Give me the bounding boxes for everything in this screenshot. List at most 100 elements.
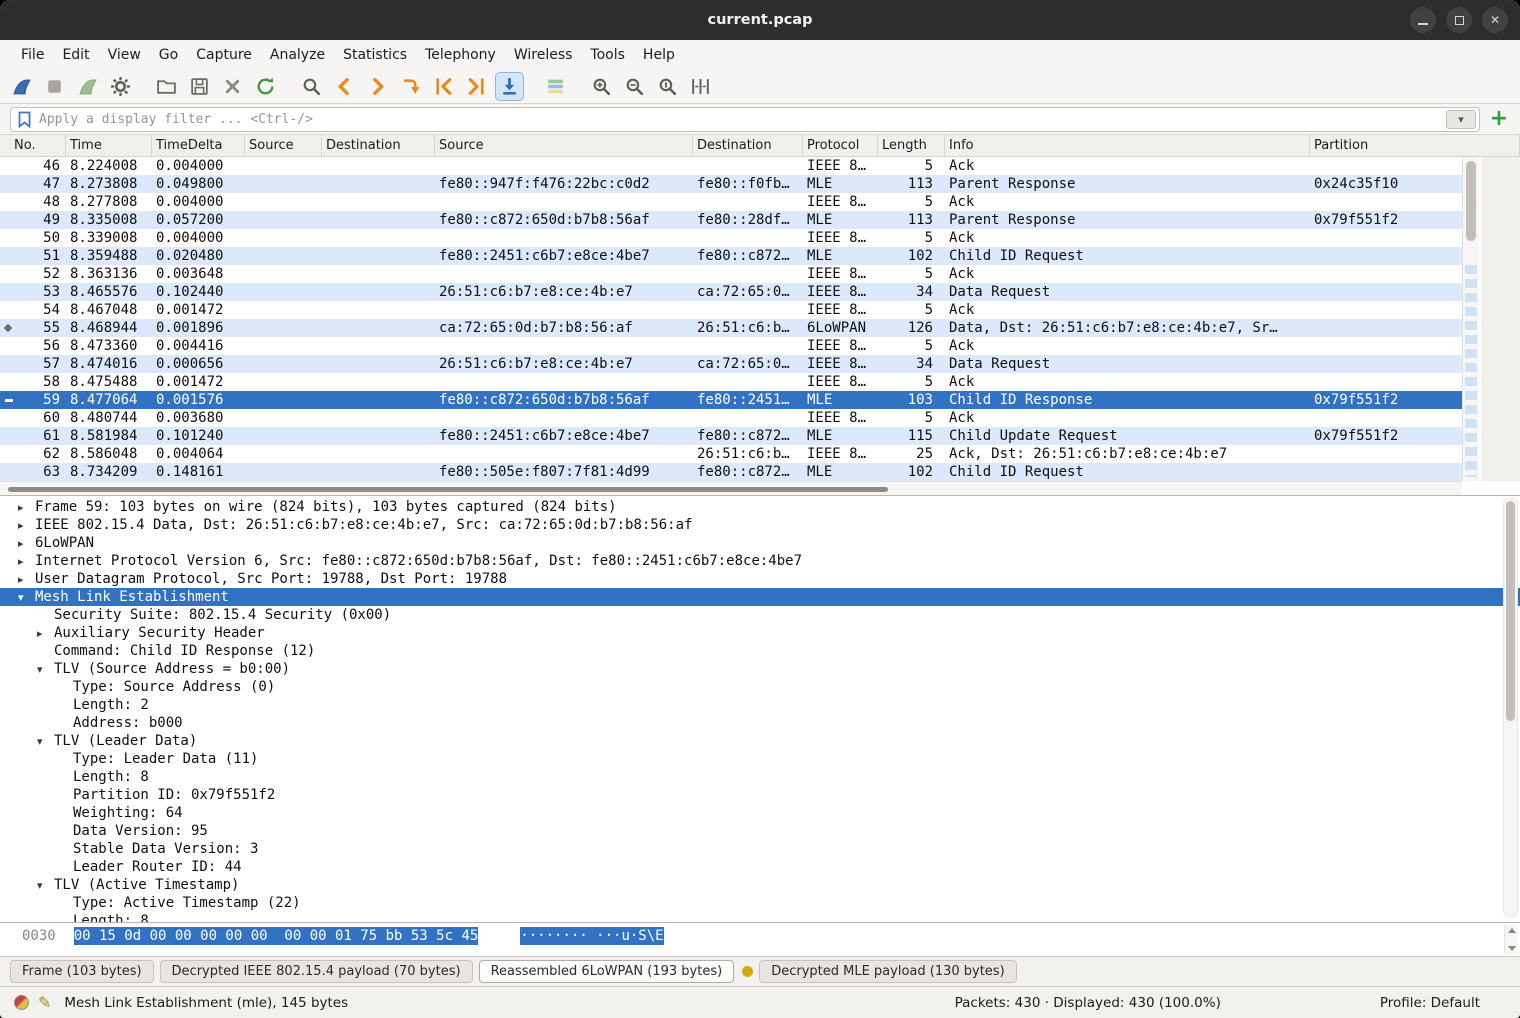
- detail-line[interactable]: Length: 2: [0, 696, 1520, 714]
- hex-bytes[interactable]: 00 15 0d 00 00 00 00 00 00 00 01 75 bb 5…: [74, 927, 479, 945]
- column-header-partition-10[interactable]: Partition: [1310, 135, 1520, 156]
- expanded-arrow-icon[interactable]: ▾: [35, 735, 54, 748]
- expanded-arrow-icon[interactable]: ▾: [35, 879, 54, 892]
- packet-row[interactable]: 608.4807440.003680IEEE 8…5Ack: [0, 409, 1462, 427]
- detail-line[interactable]: ▸IEEE 802.15.4 Data, Dst: 26:51:c6:b7:e8…: [0, 516, 1520, 534]
- packet-row[interactable]: 508.3390080.004000IEEE 8…5Ack: [0, 229, 1462, 247]
- detail-scrollbar[interactable]: [1503, 498, 1518, 917]
- filter-dropdown-button[interactable]: [1446, 110, 1476, 129]
- byte-view-tab[interactable]: Decrypted MLE payload (130 bytes): [759, 960, 1016, 983]
- packet-list-scrollbar-thumb[interactable]: [1466, 161, 1476, 241]
- close-button[interactable]: [1482, 7, 1508, 33]
- packet-row[interactable]: 558.4689440.001896ca:72:65:0d:b7:b8:56:a…: [0, 319, 1462, 337]
- colorize-icon[interactable]: [542, 73, 569, 100]
- column-header-no-0[interactable]: No.: [0, 135, 66, 156]
- menu-item-analyze[interactable]: Analyze: [261, 44, 334, 66]
- detail-line[interactable]: Command: Child ID Response (12): [0, 642, 1520, 660]
- expanded-arrow-icon[interactable]: ▾: [16, 591, 35, 604]
- menu-item-tools[interactable]: Tools: [581, 44, 634, 66]
- byte-view-tab[interactable]: Reassembled 6LoWPAN (193 bytes): [479, 960, 735, 983]
- column-header-time-1[interactable]: Time: [66, 135, 152, 156]
- packet-row[interactable]: 618.5819840.101240fe80::2451:c6b7:e8ce:4…: [0, 427, 1462, 445]
- menu-item-statistics[interactable]: Statistics: [334, 44, 416, 66]
- column-header-destination-6[interactable]: Destination: [693, 135, 803, 156]
- packet-row[interactable]: 568.4733600.004416IEEE 8…5Ack: [0, 337, 1462, 355]
- menu-item-capture[interactable]: Capture: [187, 44, 261, 66]
- packet-list-hscrollbar[interactable]: [0, 481, 1462, 495]
- detail-line[interactable]: ▾Mesh Link Establishment: [0, 588, 1520, 606]
- column-header-timedelta-2[interactable]: TimeDelta: [152, 135, 245, 156]
- menu-item-view[interactable]: View: [99, 44, 150, 66]
- packet-row[interactable]: 638.7342090.148161fe80::505e:f807:7f81:4…: [0, 463, 1462, 481]
- go-forward-icon[interactable]: [364, 73, 391, 100]
- collapsed-arrow-icon[interactable]: ▸: [16, 573, 35, 586]
- menu-item-help[interactable]: Help: [634, 44, 684, 66]
- menu-item-file[interactable]: File: [12, 44, 53, 66]
- zoom-out-icon[interactable]: [621, 73, 648, 100]
- display-filter-input[interactable]: [33, 112, 1446, 127]
- save-file-icon[interactable]: [186, 73, 213, 100]
- zoom-100-icon[interactable]: [654, 73, 681, 100]
- packet-row[interactable]: 578.4740160.00065626:51:c6:b7:e8:ce:4b:e…: [0, 355, 1462, 373]
- packet-row[interactable]: 598.4770640.001576fe80::c872:650d:b7b8:5…: [0, 391, 1462, 409]
- packet-row[interactable]: 488.2778080.004000IEEE 8…5Ack: [0, 193, 1462, 211]
- detail-line[interactable]: Type: Source Address (0): [0, 678, 1520, 696]
- byte-view-tab[interactable]: Decrypted IEEE 802.15.4 payload (70 byte…: [160, 960, 473, 983]
- restart-capture-icon[interactable]: [74, 73, 101, 100]
- detail-line[interactable]: Type: Leader Data (11): [0, 750, 1520, 768]
- detail-line[interactable]: ▸User Datagram Protocol, Src Port: 19788…: [0, 570, 1520, 588]
- packet-row[interactable]: 528.3631360.003648IEEE 8…5Ack: [0, 265, 1462, 283]
- detail-line[interactable]: ▸Internet Protocol Version 6, Src: fe80:…: [0, 552, 1520, 570]
- detail-line[interactable]: Type: Active Timestamp (22): [0, 894, 1520, 912]
- byte-view-tab[interactable]: Frame (103 bytes): [10, 960, 154, 983]
- open-file-icon[interactable]: [153, 73, 180, 100]
- detail-line[interactable]: ▸6LoWPAN: [0, 534, 1520, 552]
- start-capture-icon[interactable]: [8, 73, 35, 100]
- column-header-length-8[interactable]: Length: [878, 135, 945, 156]
- expanded-arrow-icon[interactable]: ▾: [35, 663, 54, 676]
- capture-options-icon[interactable]: [107, 73, 134, 100]
- menu-item-wireless[interactable]: Wireless: [505, 44, 582, 66]
- hscrollbar-thumb[interactable]: [8, 487, 888, 492]
- packet-row[interactable]: 548.4670480.001472IEEE 8…5Ack: [0, 301, 1462, 319]
- column-header-protocol-7[interactable]: Protocol: [803, 135, 878, 156]
- menu-item-go[interactable]: Go: [150, 44, 187, 66]
- scroll-up-icon[interactable]: [1508, 928, 1516, 933]
- title-bar[interactable]: current.pcap: [0, 0, 1520, 40]
- packet-row[interactable]: 478.2738080.049800fe80::947f:f476:22bc:c…: [0, 175, 1462, 193]
- filter-add-button[interactable]: [1488, 109, 1510, 129]
- reload-icon[interactable]: [252, 73, 279, 100]
- menu-item-edit[interactable]: Edit: [53, 44, 98, 66]
- collapsed-arrow-icon[interactable]: ▸: [16, 555, 35, 568]
- column-header-source-5[interactable]: Source: [435, 135, 693, 156]
- maximize-button[interactable]: [1446, 7, 1472, 33]
- go-to-packet-icon[interactable]: [397, 73, 424, 100]
- detail-line[interactable]: ▸Auxiliary Security Header: [0, 624, 1520, 642]
- capture-comment-icon[interactable]: [38, 993, 51, 1012]
- packet-row[interactable]: 538.4655760.10244026:51:c6:b7:e8:ce:4b:e…: [0, 283, 1462, 301]
- detail-line[interactable]: Partition ID: 0x79f551f2: [0, 786, 1520, 804]
- resize-columns-icon[interactable]: [687, 73, 714, 100]
- detail-line[interactable]: Address: b000: [0, 714, 1520, 732]
- column-header-destination-4[interactable]: Destination: [322, 135, 435, 156]
- last-packet-icon[interactable]: [463, 73, 490, 100]
- column-header-source-3[interactable]: Source: [245, 135, 322, 156]
- packet-row[interactable]: 518.3594880.020480fe80::2451:c6b7:e8ce:4…: [0, 247, 1462, 265]
- detail-line[interactable]: Data Version: 95: [0, 822, 1520, 840]
- packet-row[interactable]: 468.2240080.004000IEEE 8…5Ack: [0, 157, 1462, 175]
- scroll-down-icon[interactable]: [1508, 946, 1516, 951]
- go-back-icon[interactable]: [331, 73, 358, 100]
- detail-line[interactable]: Leader Router ID: 44: [0, 858, 1520, 876]
- detail-line[interactable]: ▾TLV (Active Timestamp): [0, 876, 1520, 894]
- stop-capture-icon[interactable]: [41, 73, 68, 100]
- detail-line[interactable]: ▾TLV (Leader Data): [0, 732, 1520, 750]
- first-packet-icon[interactable]: [430, 73, 457, 100]
- detail-line[interactable]: Length: 8: [0, 768, 1520, 786]
- collapsed-arrow-icon[interactable]: ▸: [16, 537, 35, 550]
- filter-bookmark-icon[interactable]: [18, 111, 31, 128]
- expert-info-icon[interactable]: [14, 995, 29, 1010]
- detail-line[interactable]: ▾TLV (Source Address = b0:00): [0, 660, 1520, 678]
- minimize-button[interactable]: [1410, 7, 1436, 33]
- detail-scrollbar-thumb[interactable]: [1506, 501, 1515, 721]
- detail-line[interactable]: Stable Data Version: 3: [0, 840, 1520, 858]
